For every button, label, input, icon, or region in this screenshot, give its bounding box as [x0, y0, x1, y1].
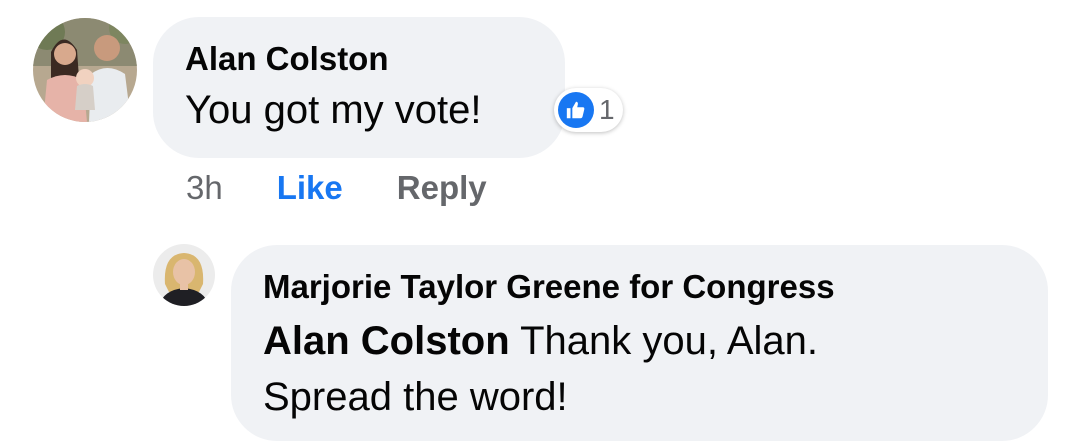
reply-text: Alan Colston Thank you, Alan. Spread the… [263, 313, 1048, 425]
avatar-photo-portrait [153, 244, 215, 306]
reply-button[interactable]: Reply [397, 166, 487, 210]
reply-bubble: Marjorie Taylor Greene for Congress Alan… [231, 245, 1048, 441]
like-button[interactable]: Like [277, 166, 343, 210]
comment-actions: 3h Like Reply [186, 166, 487, 210]
thumbs-up-icon [558, 92, 594, 128]
reply-text-line1: Thank you, Alan. [509, 319, 819, 363]
reaction-summary[interactable]: 1 [554, 88, 623, 132]
reaction-count: 1 [599, 94, 615, 125]
reply-avatar[interactable] [153, 244, 215, 306]
reply-text-line2: Spread the word! [263, 375, 568, 419]
comment-text: You got my vote! [185, 88, 482, 132]
avatar-photo-family [33, 18, 137, 122]
mention-link[interactable]: Alan Colston [263, 319, 510, 363]
comment-thread: Alan Colston You got my vote! 1 3h Like … [0, 0, 1080, 447]
comment-author[interactable]: Alan Colston [185, 39, 565, 79]
comment-timestamp[interactable]: 3h [186, 166, 223, 210]
comment-bubble: Alan Colston You got my vote! [153, 17, 565, 158]
avatar[interactable] [33, 18, 137, 122]
reply-author[interactable]: Marjorie Taylor Greene for Congress [263, 267, 1048, 307]
